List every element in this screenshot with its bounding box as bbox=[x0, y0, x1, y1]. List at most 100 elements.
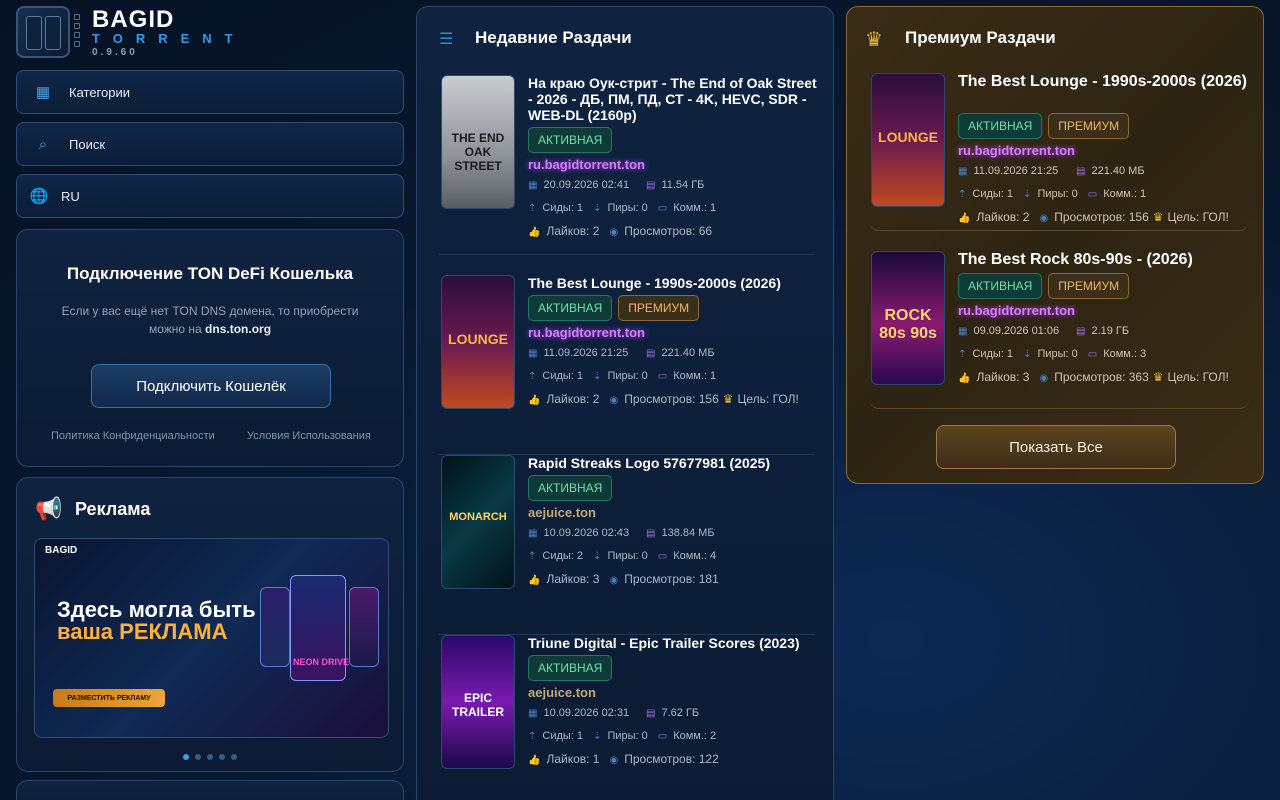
logo-mark bbox=[16, 6, 70, 58]
calendar-icon: ▦ bbox=[958, 326, 968, 337]
carousel-dot[interactable] bbox=[195, 754, 201, 760]
show-all-button[interactable]: Показать Все bbox=[936, 425, 1176, 469]
size: 138.84 МБ bbox=[661, 527, 715, 539]
peers: Пиры: 0 bbox=[607, 370, 648, 382]
nav-search[interactable]: ⌕ Поиск bbox=[16, 122, 404, 166]
status-badge: АКТИВНАЯ bbox=[958, 273, 1043, 299]
nav-categories[interactable]: ▦ Категории bbox=[16, 70, 404, 114]
upload-icon: ⇡ bbox=[958, 349, 967, 360]
premium-badge: ПРЕМИУМ bbox=[618, 295, 700, 321]
file-icon: ▤ bbox=[646, 708, 656, 719]
globe-icon: 🌐 bbox=[29, 188, 49, 205]
torrent-title[interactable]: Rapid Streaks Logo 57677981 (2025) bbox=[528, 455, 818, 471]
like-icon: 👍 bbox=[528, 575, 541, 586]
seeds: Сиды: 1 bbox=[972, 348, 1014, 360]
domain-link[interactable]: ru.bagidtorrent.ton bbox=[958, 303, 1075, 318]
torrent-title[interactable]: The Best Lounge - 1990s-2000s (2026) bbox=[958, 73, 1248, 91]
meta-row: ▦ 11.09.2026 21:25 ▤ 221.40 МБ bbox=[958, 165, 1159, 177]
torrent-poster[interactable]: LOUNGE bbox=[871, 73, 945, 207]
carousel-dots[interactable] bbox=[17, 747, 403, 765]
comments: Комм.: 1 bbox=[673, 370, 717, 382]
torrent-title[interactable]: На краю Оук-стрит - The End of Oak Stree… bbox=[528, 75, 818, 123]
brand-version: 0.9.60 bbox=[92, 47, 138, 58]
eye-icon: ◉ bbox=[609, 227, 619, 238]
poster-text: MONARCH bbox=[449, 511, 507, 524]
poster-text: ROCK 80s 90s bbox=[879, 307, 937, 343]
domain-link[interactable]: aejuice.ton bbox=[528, 505, 596, 520]
status-badge: АКТИВНАЯ bbox=[958, 113, 1043, 139]
date: 11.09.2026 21:25 bbox=[973, 165, 1059, 177]
wallet-panel: Подключение TON DeFi Кошелька Если у вас… bbox=[16, 229, 404, 467]
download-icon: ⇣ bbox=[593, 551, 602, 562]
meta-row: ⇡ Сиды: 1 ⇣ Пиры: 0 ▭ Комм.: 1 bbox=[528, 202, 730, 214]
size: 7.62 ГБ bbox=[661, 707, 700, 719]
torrent-poster[interactable]: EPIC TRAILER bbox=[441, 635, 515, 769]
upload-icon: ⇡ bbox=[528, 731, 537, 742]
domain-link[interactable]: ru.bagidtorrent.ton bbox=[958, 143, 1075, 158]
meta-row: 👍 Лайков: 3 ◉ Просмотров: 181 bbox=[528, 572, 723, 586]
nav-language[interactable]: 🌐 RU bbox=[16, 174, 404, 218]
ads-panel: 📢 Реклама BAGID Здесь могла быть ваша РЕ… bbox=[16, 477, 404, 772]
terms-link[interactable]: Условия Использования bbox=[247, 430, 371, 442]
crown-icon: ♛ bbox=[865, 29, 883, 51]
peers: Пиры: 0 bbox=[607, 202, 648, 214]
views: Просмотров: 181 bbox=[624, 572, 719, 586]
like-icon: 👍 bbox=[958, 213, 971, 224]
upload-icon: ⇡ bbox=[528, 203, 537, 214]
seeds: Сиды: 1 bbox=[542, 730, 584, 742]
meta-row: ▦ 09.09.2026 01:06 ▤ 2.19 ГБ bbox=[958, 325, 1143, 337]
views: Просмотров: 156 bbox=[624, 392, 719, 406]
meta-row: 👍 Лайков: 3 ◉ Просмотров: 363 ♛ Цель: ГОЛ! bbox=[958, 370, 1243, 384]
torrent-item[interactable]: THE END OAK STREET На краю Оук-стрит - Th… bbox=[439, 75, 818, 255]
torrent-title[interactable]: Triune Digital - Epic Trailer Scores (20… bbox=[528, 635, 818, 651]
meta-row: ⇡ Сиды: 1 ⇣ Пиры: 0 ▭ Комм.: 2 bbox=[528, 730, 730, 742]
status-badge: АКТИВНАЯ bbox=[528, 655, 613, 681]
dns-link[interactable]: dns.ton.org bbox=[205, 322, 271, 336]
torrent-item[interactable]: MONARCH Rapid Streaks Logo 57677981 (2025… bbox=[439, 455, 815, 635]
domain-link[interactable]: aejuice.ton bbox=[528, 685, 596, 700]
calendar-icon: ▦ bbox=[958, 166, 968, 177]
carousel-dot[interactable] bbox=[183, 754, 189, 760]
upload-icon: ⇡ bbox=[528, 551, 537, 562]
likes: Лайков: 2 bbox=[546, 224, 600, 238]
domain-link[interactable]: ru.bagidtorrent.ton bbox=[528, 157, 645, 172]
ad-banner-line2: ваша РЕКЛАМА bbox=[57, 619, 228, 644]
peers: Пиры: 0 bbox=[607, 550, 648, 562]
nav-label: Поиск bbox=[69, 136, 106, 152]
ad-banner[interactable]: BAGID Здесь могла быть ваша РЕКЛАМА РАЗМ… bbox=[34, 538, 389, 738]
torrent-title[interactable]: The Best Lounge - 1990s-2000s (2026) bbox=[528, 275, 818, 291]
torrent-poster[interactable]: LOUNGE bbox=[441, 275, 515, 409]
like-icon: 👍 bbox=[528, 395, 541, 406]
comment-icon: ▭ bbox=[657, 371, 668, 382]
wallet-description: Если у вас ещё нет TON DNS домена, то пр… bbox=[61, 304, 359, 336]
torrent-item[interactable]: EPIC TRAILER Triune Digital - Epic Traile… bbox=[439, 635, 815, 800]
torrent-poster[interactable]: THE END OAK STREET bbox=[441, 75, 515, 209]
file-icon: ▤ bbox=[646, 180, 656, 191]
privacy-link[interactable]: Политика Конфиденциальности bbox=[51, 430, 215, 442]
carousel-dot[interactable] bbox=[219, 754, 225, 760]
peers: Пиры: 0 bbox=[1037, 188, 1078, 200]
connect-wallet-button[interactable]: Подключить Кошелёк bbox=[91, 364, 331, 408]
eye-icon: ◉ bbox=[609, 755, 619, 766]
premium-title: Премиум Раздачи bbox=[905, 28, 1056, 47]
date: 10.09.2026 02:31 bbox=[543, 707, 630, 719]
carousel-dot[interactable] bbox=[231, 754, 237, 760]
calendar-icon: ▦ bbox=[528, 708, 538, 719]
torrent-item[interactable]: LOUNGE The Best Lounge - 1990s-2000s (202… bbox=[439, 275, 815, 455]
carousel-dot[interactable] bbox=[207, 754, 213, 760]
poster-text: LOUNGE bbox=[878, 129, 938, 146]
domain-link[interactable]: ru.bagidtorrent.ton bbox=[528, 325, 645, 340]
sidebar-panel-bottom bbox=[16, 780, 404, 800]
download-icon: ⇣ bbox=[593, 371, 602, 382]
torrent-title[interactable]: The Best Rock 80s-90s - (2026) bbox=[958, 251, 1248, 269]
premium-item[interactable]: ROCK 80s 90s The Best Rock 80s-90s - (202… bbox=[869, 251, 1249, 409]
grid-icon: ▦ bbox=[35, 84, 51, 101]
ad-banner-logo: BAGID bbox=[45, 545, 78, 556]
torrent-poster[interactable]: MONARCH bbox=[441, 455, 515, 589]
date: 11.09.2026 21:25 bbox=[543, 347, 629, 359]
list-icon: ☰ bbox=[439, 31, 454, 48]
meta-row: 👍 Лайков: 2 ◉ Просмотров: 156 ♛ Цель: ГОЛ! bbox=[528, 392, 813, 406]
premium-item[interactable]: LOUNGE The Best Lounge - 1990s-2000s (202… bbox=[869, 73, 1249, 231]
torrent-poster[interactable]: ROCK 80s 90s bbox=[871, 251, 945, 385]
site-logo[interactable]: BAGID TORRENT 0.9.60 bbox=[16, 6, 316, 62]
